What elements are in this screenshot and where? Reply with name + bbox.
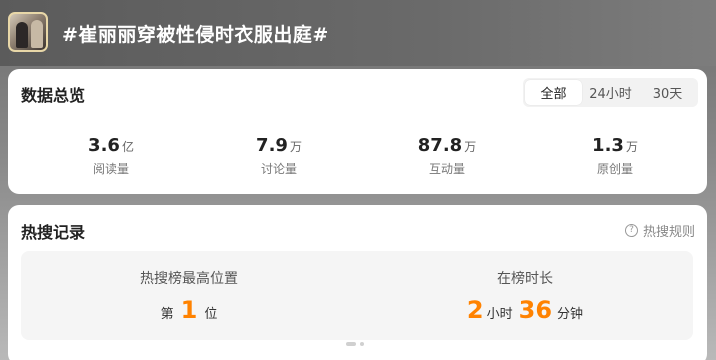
overview-card: 数据总览 全部 24小时 30天 3.6 亿 阅读量 7.9 万 讨论量 87.8 万… xyxy=(8,69,707,194)
thumbnail-figure xyxy=(16,22,28,48)
rank-suffix: 位 xyxy=(204,307,218,322)
overview-title: 数据总览 xyxy=(21,86,86,105)
stat-reads: 3.6 亿 阅读量 xyxy=(36,135,186,177)
rules-label: 热搜规则 xyxy=(642,225,695,240)
minutes-value: 36 xyxy=(518,296,553,324)
page-indicator xyxy=(346,342,364,346)
hot-search-rules-link[interactable]: ? 热搜规则 xyxy=(624,221,695,240)
highest-position-heading: 热搜榜最高位置 xyxy=(140,271,238,287)
tab-24h[interactable]: 24小时 xyxy=(582,80,639,105)
stat-unit: 亿 xyxy=(121,140,134,154)
hot-search-title: 热搜记录 xyxy=(21,223,86,242)
hours-unit: 小时 xyxy=(486,307,513,322)
stat-interactions: 87.8 万 互动量 xyxy=(372,135,522,177)
tab-30d[interactable]: 30天 xyxy=(639,80,696,105)
tab-all[interactable]: 全部 xyxy=(525,80,582,105)
stat-discussions: 7.9 万 讨论量 xyxy=(204,135,354,177)
topic-thumbnail[interactable] xyxy=(8,12,48,52)
stats-row: 3.6 亿 阅读量 7.9 万 讨论量 87.8 万 互动量 1.3 万 原创量 xyxy=(8,135,707,179)
hot-search-panel: 热搜榜最高位置 第 1 位 在榜时长 2 小时 36 分钟 xyxy=(21,251,693,340)
rank-value: 1 xyxy=(180,296,198,324)
topic-header: #崔丽丽穿被性侵时衣服出庭# xyxy=(0,0,716,66)
stat-label: 阅读量 xyxy=(92,162,129,176)
topic-title: #崔丽丽穿被性侵时衣服出庭# xyxy=(62,24,329,46)
stat-unit: 万 xyxy=(464,140,477,154)
question-circle-icon: ? xyxy=(624,224,638,237)
stat-unit: 万 xyxy=(625,140,638,154)
stat-value: 1.3 xyxy=(592,135,624,156)
hours-value: 2 xyxy=(466,296,484,324)
thumbnail-figure xyxy=(31,20,43,48)
time-on-list: 在榜时长 2 小时 36 分钟 xyxy=(357,268,693,324)
highest-position: 热搜榜最高位置 第 1 位 xyxy=(21,268,357,324)
stat-value: 7.9 xyxy=(256,135,288,156)
hot-search-card: 热搜记录 ? 热搜规则 热搜榜最高位置 第 1 位 在榜时长 2 小时 36 分… xyxy=(8,205,707,360)
stat-unit: 万 xyxy=(289,140,302,154)
stat-value: 3.6 xyxy=(88,135,120,156)
minutes-unit: 分钟 xyxy=(557,307,584,322)
stat-label: 原创量 xyxy=(596,162,633,176)
time-range-tabs: 全部 24小时 30天 xyxy=(523,78,698,107)
page-dot-active xyxy=(346,342,356,346)
time-on-list-heading: 在榜时长 xyxy=(497,271,553,287)
stat-label: 讨论量 xyxy=(260,162,297,176)
stat-originals: 1.3 万 原创量 xyxy=(540,135,690,177)
page-dot xyxy=(360,342,364,346)
stat-label: 互动量 xyxy=(428,162,465,176)
stat-value: 87.8 xyxy=(417,135,463,156)
rank-prefix: 第 xyxy=(160,307,174,322)
